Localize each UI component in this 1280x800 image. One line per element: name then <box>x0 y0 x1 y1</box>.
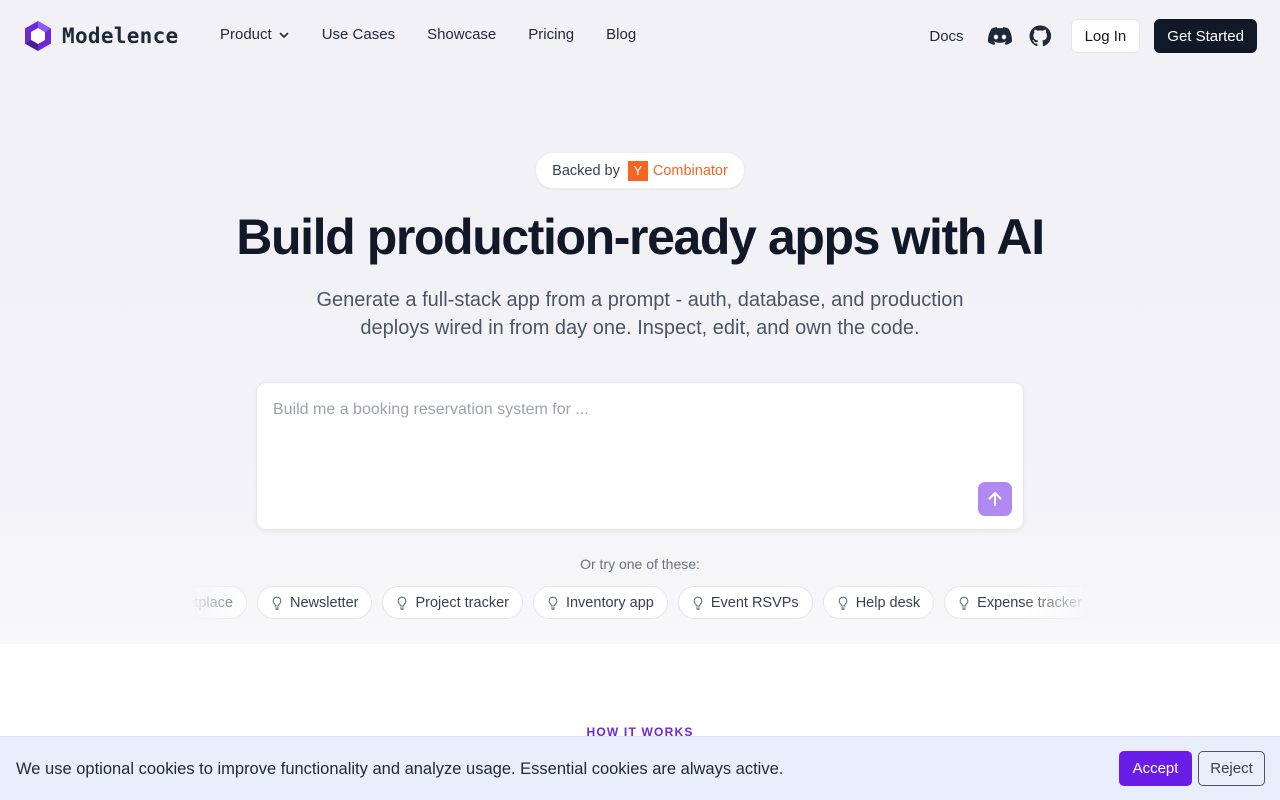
suggestion-chip[interactable]: Inventory app <box>532 586 668 619</box>
suggestion-chip-label: Event RSVPs <box>710 594 799 611</box>
suggestion-chips: Marketplace Newsletter Project tracker Inve… <box>190 586 1090 619</box>
modelence-logo-icon <box>25 21 51 51</box>
nav-product[interactable]: Product <box>220 26 290 43</box>
get-started-button[interactable]: Get Started <box>1154 19 1257 53</box>
nav-use-cases[interactable]: Use Cases <box>322 26 395 43</box>
backed-by-badge: Backed by Y Combinator <box>535 152 745 189</box>
discord-link[interactable] <box>987 24 1012 48</box>
chevron-down-icon <box>279 32 289 38</box>
suggestion-carousel: Marketplace Newsletter Project tracker Inve… <box>190 586 1090 622</box>
suggestion-chip[interactable]: Expense tracker <box>944 586 1090 619</box>
y-combinator-logo-icon: Y <box>627 160 648 181</box>
nav-product-label: Product <box>220 26 272 43</box>
lightbulb-icon <box>548 596 558 610</box>
suggestion-chip[interactable]: Project tracker <box>382 586 523 619</box>
github-icon <box>1029 25 1051 47</box>
lightbulb-icon <box>838 596 847 610</box>
suggestion-chip[interactable]: Event RSVPs <box>677 586 813 619</box>
suggestion-chip-label: Expense tracker <box>977 594 1082 611</box>
suggestion-chip[interactable]: Help desk <box>822 586 935 619</box>
suggestion-chip[interactable]: Marketplace <box>190 586 247 619</box>
login-button[interactable]: Log In <box>1070 19 1141 53</box>
send-prompt-button[interactable] <box>978 482 1012 516</box>
brand-logo[interactable]: Modelence <box>24 20 179 52</box>
suggestion-chip-label: Newsletter <box>289 594 359 611</box>
cookie-banner: We use optional cookies to improve funct… <box>0 736 1280 800</box>
suggestion-chip-label: Project tracker <box>415 594 509 611</box>
lightbulb-icon <box>959 596 969 610</box>
lightbulb-icon <box>272 596 282 610</box>
suggestion-chip[interactable]: Newsletter <box>256 586 373 619</box>
reject-cookies-button[interactable]: Reject <box>1198 751 1265 786</box>
arrow-up-icon <box>988 492 1002 506</box>
suggestion-chip-label: Help desk <box>855 594 921 611</box>
hero-headline: Build production-ready apps with AI <box>236 209 1045 265</box>
prompt-input[interactable] <box>273 401 973 419</box>
suggestion-chip-label: Marketplace <box>190 594 233 611</box>
discord-icon <box>987 27 1012 45</box>
lightbulb-icon <box>693 596 703 610</box>
nav-blog[interactable]: Blog <box>606 26 636 43</box>
nav-docs[interactable]: Docs <box>929 28 963 45</box>
top-navbar: Modelence Product Use Cases Showcase Pri… <box>0 0 1280 72</box>
primary-nav: Product Use Cases Showcase Pricing Blog <box>220 26 668 43</box>
badge-yc-text: Combinator <box>652 162 728 179</box>
suggestion-chip-label: Inventory app <box>565 594 654 611</box>
lightbulb-icon <box>398 596 407 610</box>
accept-cookies-button[interactable]: Accept <box>1119 751 1192 786</box>
brand-name: Modelence <box>62 24 179 48</box>
nav-showcase[interactable]: Showcase <box>427 26 496 43</box>
nav-pricing[interactable]: Pricing <box>528 26 574 43</box>
github-link[interactable] <box>1028 24 1052 48</box>
prompt-card <box>256 382 1024 530</box>
badge-prefix: Backed by <box>552 162 620 179</box>
nav-actions: Docs Log In Get Started <box>929 19 1257 53</box>
suggestions-label: Or try one of these: <box>580 556 700 572</box>
cookie-message: We use optional cookies to improve funct… <box>16 760 784 778</box>
hero-subhead: Generate a full-stack app from a prompt … <box>316 289 964 339</box>
